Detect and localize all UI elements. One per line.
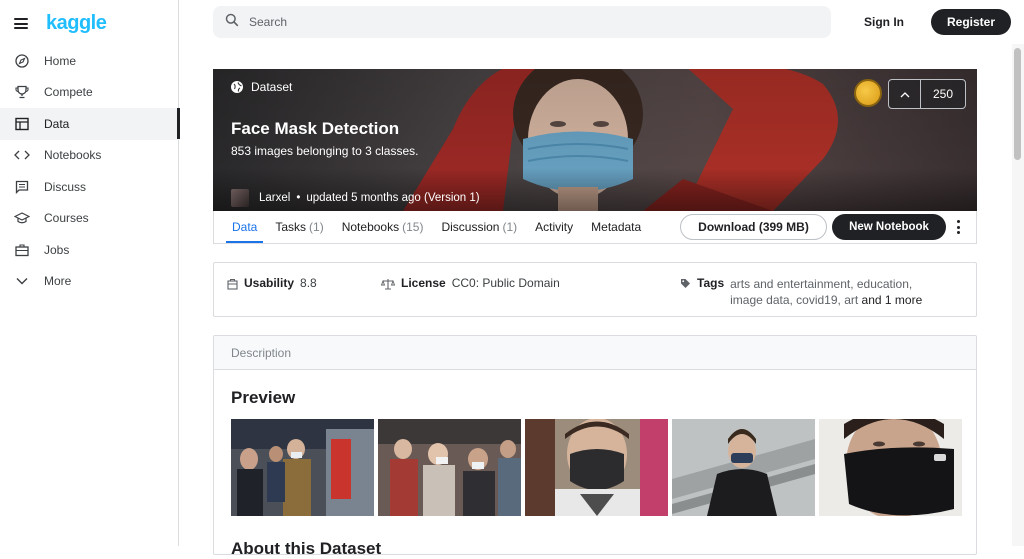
download-button[interactable]: Download (399 MB) <box>680 214 827 240</box>
dataset-title: Face Mask Detection <box>231 119 400 138</box>
search-icon <box>225 13 239 32</box>
sidebar-item-label: Notebooks <box>44 148 102 163</box>
sidebar-item-label: Data <box>44 116 70 131</box>
sidebar-item-compete[interactable]: Compete <box>0 77 179 109</box>
sidebar-item-notebooks[interactable]: Notebooks <box>0 140 179 172</box>
description-header: Description <box>214 336 976 370</box>
table-icon <box>14 116 30 132</box>
chevron-up-icon[interactable] <box>889 80 921 108</box>
tags-line-2[interactable]: image data, covid19, art and 1 more <box>730 292 940 308</box>
sidebar: kaggle Home Compete Data Notebooks Discu… <box>0 0 180 546</box>
tags-item: Tags arts and entertainment, education, … <box>680 276 940 308</box>
sidebar-item-label: Discuss <box>44 179 87 194</box>
dataset-meta-card: Usability 8.8 License CC0: Public Domain… <box>213 262 977 317</box>
description-card: Description Preview About this Dataset <box>213 335 977 558</box>
tab-label: Activity <box>535 220 574 234</box>
briefcase-icon <box>14 242 30 258</box>
tab-label: Metadata <box>591 220 642 234</box>
scrollbar-thumb[interactable] <box>1014 48 1021 160</box>
tab-label: Discussion <box>441 220 500 234</box>
dataset-header-banner: Dataset Face Mask Detection 853 images b… <box>213 69 977 211</box>
tab-metadata[interactable]: Metadata <box>591 211 641 243</box>
sidebar-item-discuss[interactable]: Discuss <box>0 171 179 203</box>
preview-image[interactable] <box>231 419 374 516</box>
scale-icon <box>380 276 396 293</box>
sidebar-item-label: Courses <box>44 211 89 226</box>
about-heading: About this Dataset <box>231 539 382 558</box>
tags-line-1[interactable]: arts and entertainment, education, <box>730 276 940 292</box>
chevron-down-icon <box>14 273 30 289</box>
gold-medal-icon <box>854 79 882 107</box>
dataset-author-line: Larxel • updated 5 months ago (Version 1… <box>231 189 480 207</box>
tab-tasks[interactable]: Tasks (1) <box>275 211 323 243</box>
dataset-type-label: Dataset <box>231 80 292 94</box>
sidebar-item-more[interactable]: More <box>0 266 179 298</box>
tab-data[interactable]: Data <box>225 211 264 243</box>
trophy-icon <box>14 84 30 100</box>
avatar[interactable] <box>231 189 249 207</box>
dataset-tabs: Data Tasks (1) Notebooks (15) Discussion (1… <box>213 211 977 244</box>
sidebar-item-label: Jobs <box>44 242 70 257</box>
tab-label: Notebooks <box>341 220 400 234</box>
tab-count: (1) <box>309 220 324 234</box>
author-name[interactable]: Larxel <box>259 192 290 204</box>
tags-line-2-text[interactable]: image data, covid19, art <box>730 293 858 307</box>
register-button[interactable]: Register <box>931 9 1011 35</box>
preview-image[interactable] <box>819 419 962 516</box>
license-value: CC0: Public Domain <box>451 276 560 290</box>
sign-in-button[interactable]: Sign In <box>858 9 910 35</box>
tab-activity[interactable]: Activity <box>535 211 573 243</box>
hamburger-menu-icon[interactable] <box>14 18 28 29</box>
updated-text: updated 5 months ago (Version 1) <box>306 192 480 204</box>
upvote-count: 250 <box>932 87 954 101</box>
code-icon <box>14 147 30 163</box>
tags-label: Tags <box>697 276 725 290</box>
preview-gallery <box>231 419 962 516</box>
kaggle-logo[interactable]: kaggle <box>46 12 107 35</box>
preview-image[interactable] <box>378 419 521 516</box>
comment-icon <box>14 179 30 195</box>
tags-more-link[interactable]: and 1 more <box>862 293 923 307</box>
compass-icon <box>14 53 30 69</box>
license-item: License CC0: Public Domain <box>380 276 560 293</box>
tab-notebooks[interactable]: Notebooks (15) <box>342 211 424 243</box>
graduation-cap-icon <box>14 210 30 226</box>
sidebar-nav: Home Compete Data Notebooks Discuss Cour… <box>0 45 180 298</box>
usability-value: 8.8 <box>300 276 317 290</box>
tab-count: (15) <box>402 220 424 234</box>
scrollbar[interactable] <box>1012 44 1024 546</box>
sidebar-item-courses[interactable]: Courses <box>0 203 179 235</box>
preview-image[interactable] <box>672 419 815 516</box>
license-label: License <box>401 276 446 290</box>
globe-icon <box>231 81 243 93</box>
preview-heading: Preview <box>231 388 296 407</box>
tab-label: Data <box>232 220 258 234</box>
sidebar-item-label: Home <box>44 53 77 68</box>
tab-label: Tasks <box>275 220 307 234</box>
search-input[interactable] <box>249 15 749 29</box>
sidebar-item-jobs[interactable]: Jobs <box>0 234 179 266</box>
sidebar-item-label: Compete <box>44 85 93 100</box>
usability-item: Usability 8.8 <box>227 276 317 293</box>
sidebar-item-label: More <box>44 274 72 289</box>
brand: kaggle <box>14 12 107 35</box>
tab-count: (1) <box>502 220 518 234</box>
sidebar-item-data[interactable]: Data <box>0 108 180 140</box>
upvote-button[interactable]: 250 <box>888 79 966 109</box>
sidebar-item-home[interactable]: Home <box>0 45 179 77</box>
tags-list[interactable]: arts and entertainment, education, image… <box>730 276 940 308</box>
usability-label: Usability <box>244 276 295 290</box>
dataset-subtitle: 853 images belonging to 3 classes. <box>231 144 419 158</box>
tag-icon <box>680 276 691 292</box>
preview-image[interactable] <box>525 419 668 516</box>
dataset-type-text: Dataset <box>251 80 293 94</box>
more-options-icon[interactable] <box>955 220 961 234</box>
new-notebook-button[interactable]: New Notebook <box>832 214 946 240</box>
separator-dot: • <box>296 192 301 204</box>
search-bar[interactable] <box>213 6 831 38</box>
usability-icon <box>227 276 238 293</box>
tab-discussion[interactable]: Discussion (1) <box>441 211 517 243</box>
